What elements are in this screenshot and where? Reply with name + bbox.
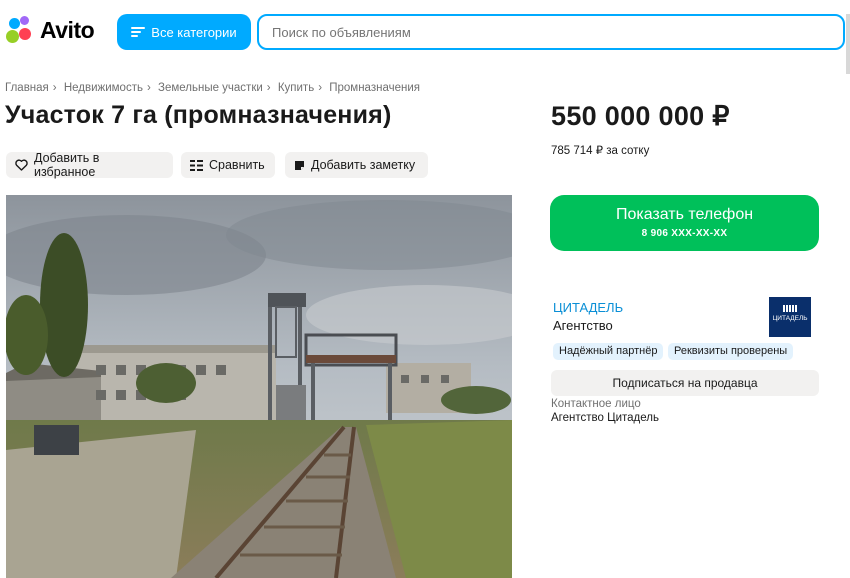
reliable-partner-badge: Надёжный партнёр bbox=[553, 343, 664, 360]
price-per-unit: 785 714 ₽ за сотку bbox=[551, 145, 650, 157]
compare-label: Сравнить bbox=[209, 158, 265, 172]
heart-icon bbox=[15, 159, 28, 171]
breadcrumb-industrial[interactable]: Промназначения bbox=[329, 82, 420, 94]
compare-button[interactable]: Сравнить bbox=[181, 152, 275, 178]
avito-logo[interactable]: Avito bbox=[6, 16, 95, 44]
breadcrumb: Главная › Недвижимость › Земельные участки… bbox=[5, 82, 420, 94]
price: 550 000 000 ₽ bbox=[551, 101, 730, 131]
seller-name-link[interactable]: ЦИТАДЕЛЬ bbox=[553, 300, 623, 315]
add-to-favorites-label: Добавить в избранное bbox=[33, 151, 100, 179]
menu-search-icon bbox=[131, 27, 146, 37]
industrial-site-photo bbox=[6, 195, 512, 578]
all-categories-button[interactable]: Все категории bbox=[117, 14, 251, 50]
page-edge bbox=[846, 14, 850, 74]
listing-photo[interactable] bbox=[6, 195, 512, 578]
add-note-button[interactable]: Добавить заметку bbox=[285, 152, 428, 178]
contact-person-label: Контактное лицо bbox=[551, 398, 641, 410]
breadcrumb-realty[interactable]: Недвижимость bbox=[64, 82, 143, 94]
breadcrumb-separator: › bbox=[318, 82, 323, 94]
breadcrumb-separator: › bbox=[146, 82, 151, 94]
add-to-favorites-button[interactable]: Добавить в избранное bbox=[6, 151, 173, 179]
show-phone-button[interactable]: Показать телефон 8 906 XXX-XX-XX bbox=[550, 195, 819, 251]
breadcrumb-separator: › bbox=[266, 82, 271, 94]
search-input[interactable] bbox=[257, 14, 845, 50]
compare-icon bbox=[190, 159, 203, 171]
breadcrumb-separator: › bbox=[52, 82, 57, 94]
citadel-columns-icon bbox=[769, 305, 811, 312]
breadcrumb-buy[interactable]: Купить bbox=[278, 82, 314, 94]
avito-logo-icon bbox=[6, 16, 38, 44]
phone-masked: 8 906 XXX-XX-XX bbox=[641, 228, 728, 239]
seller-logo-text: ЦИТАДЕЛЬ bbox=[772, 315, 808, 322]
note-icon bbox=[295, 160, 304, 170]
subscribe-seller-label: Подписаться на продавца bbox=[612, 376, 758, 390]
add-note-label: Добавить заметку bbox=[311, 158, 416, 172]
logo-text: Avito bbox=[40, 16, 95, 43]
show-phone-label: Показать телефон bbox=[615, 206, 754, 223]
seller-logo[interactable]: ЦИТАДЕЛЬ bbox=[769, 297, 811, 337]
seller-type: Агентство bbox=[553, 318, 613, 333]
subscribe-seller-button[interactable]: Подписаться на продавца bbox=[551, 370, 819, 396]
verified-details-badge: Реквизиты проверены bbox=[668, 343, 794, 360]
breadcrumb-land[interactable]: Земельные участки bbox=[158, 82, 263, 94]
contact-person-name: Агентство Цитадель bbox=[551, 412, 659, 424]
breadcrumb-home[interactable]: Главная bbox=[5, 82, 49, 94]
listing-title: Участок 7 га (промназначения) bbox=[5, 101, 392, 129]
all-categories-label: Все категории bbox=[151, 24, 237, 40]
